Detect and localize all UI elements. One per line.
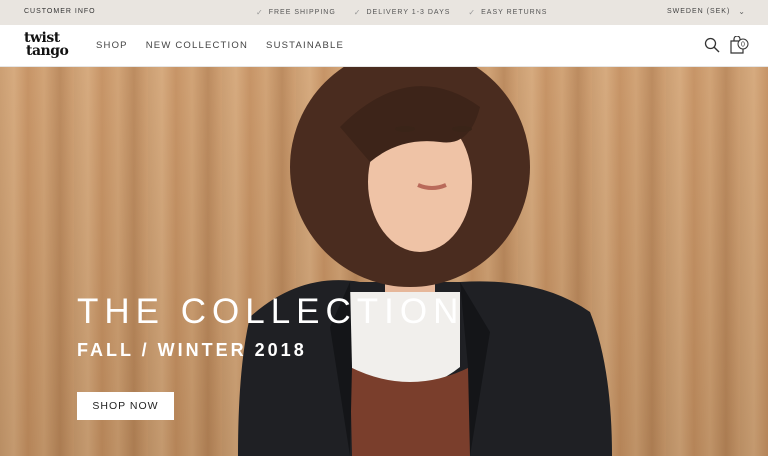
logo-text: tango bbox=[26, 43, 69, 59]
check-icon: ✓ bbox=[468, 8, 477, 17]
usp-label: DELIVERY 1-3 DAYS bbox=[366, 9, 451, 16]
usp-label: EASY RETURNS bbox=[481, 9, 548, 16]
usp-delivery: ✓ DELIVERY 1-3 DAYS bbox=[354, 8, 451, 17]
nav-link-shop[interactable]: SHOP bbox=[96, 40, 128, 51]
nav-link-sustainable[interactable]: SUSTAINABLE bbox=[266, 40, 344, 51]
nav-link-new-collection[interactable]: NEW COLLECTION bbox=[146, 40, 248, 51]
hero-banner: THE COLLECTION FALL / WINTER 2018 SHOP N… bbox=[0, 67, 768, 456]
shopping-bag-icon[interactable]: 0 bbox=[729, 36, 749, 54]
search-icon[interactable] bbox=[704, 37, 720, 53]
main-navigation: twist tango SHOP NEW COLLECTION SUSTAINA… bbox=[0, 25, 768, 67]
chevron-down-icon: ⌄ bbox=[738, 7, 746, 16]
nav-links: SHOP NEW COLLECTION SUSTAINABLE bbox=[96, 40, 344, 51]
check-icon: ✓ bbox=[256, 8, 264, 17]
usp-label: FREE SHIPPING bbox=[268, 9, 336, 16]
region-selector[interactable]: SWEDEN (SEK) ⌄ bbox=[667, 7, 746, 16]
usp-list: ✓ FREE SHIPPING ✓ DELIVERY 1-3 DAYS ✓ EASY … bbox=[256, 8, 547, 17]
top-utility-bar: CUSTOMER INFO ✓ FREE SHIPPING ✓ DELIVERY 1… bbox=[0, 0, 768, 25]
region-label: SWEDEN (SEK) bbox=[666, 8, 731, 15]
shop-now-button[interactable]: SHOP NOW bbox=[77, 392, 174, 420]
brand-logo[interactable]: twist tango bbox=[24, 31, 70, 60]
hero-title: THE COLLECTION bbox=[77, 292, 465, 331]
cart-count: 0 bbox=[741, 42, 745, 49]
usp-free-shipping: ✓ FREE SHIPPING bbox=[256, 8, 336, 17]
customer-info-link[interactable]: CUSTOMER INFO bbox=[24, 8, 96, 15]
usp-returns: ✓ EASY RETURNS bbox=[468, 8, 547, 17]
hero-subtitle: FALL / WINTER 2018 bbox=[77, 340, 307, 360]
check-icon: ✓ bbox=[353, 8, 362, 17]
